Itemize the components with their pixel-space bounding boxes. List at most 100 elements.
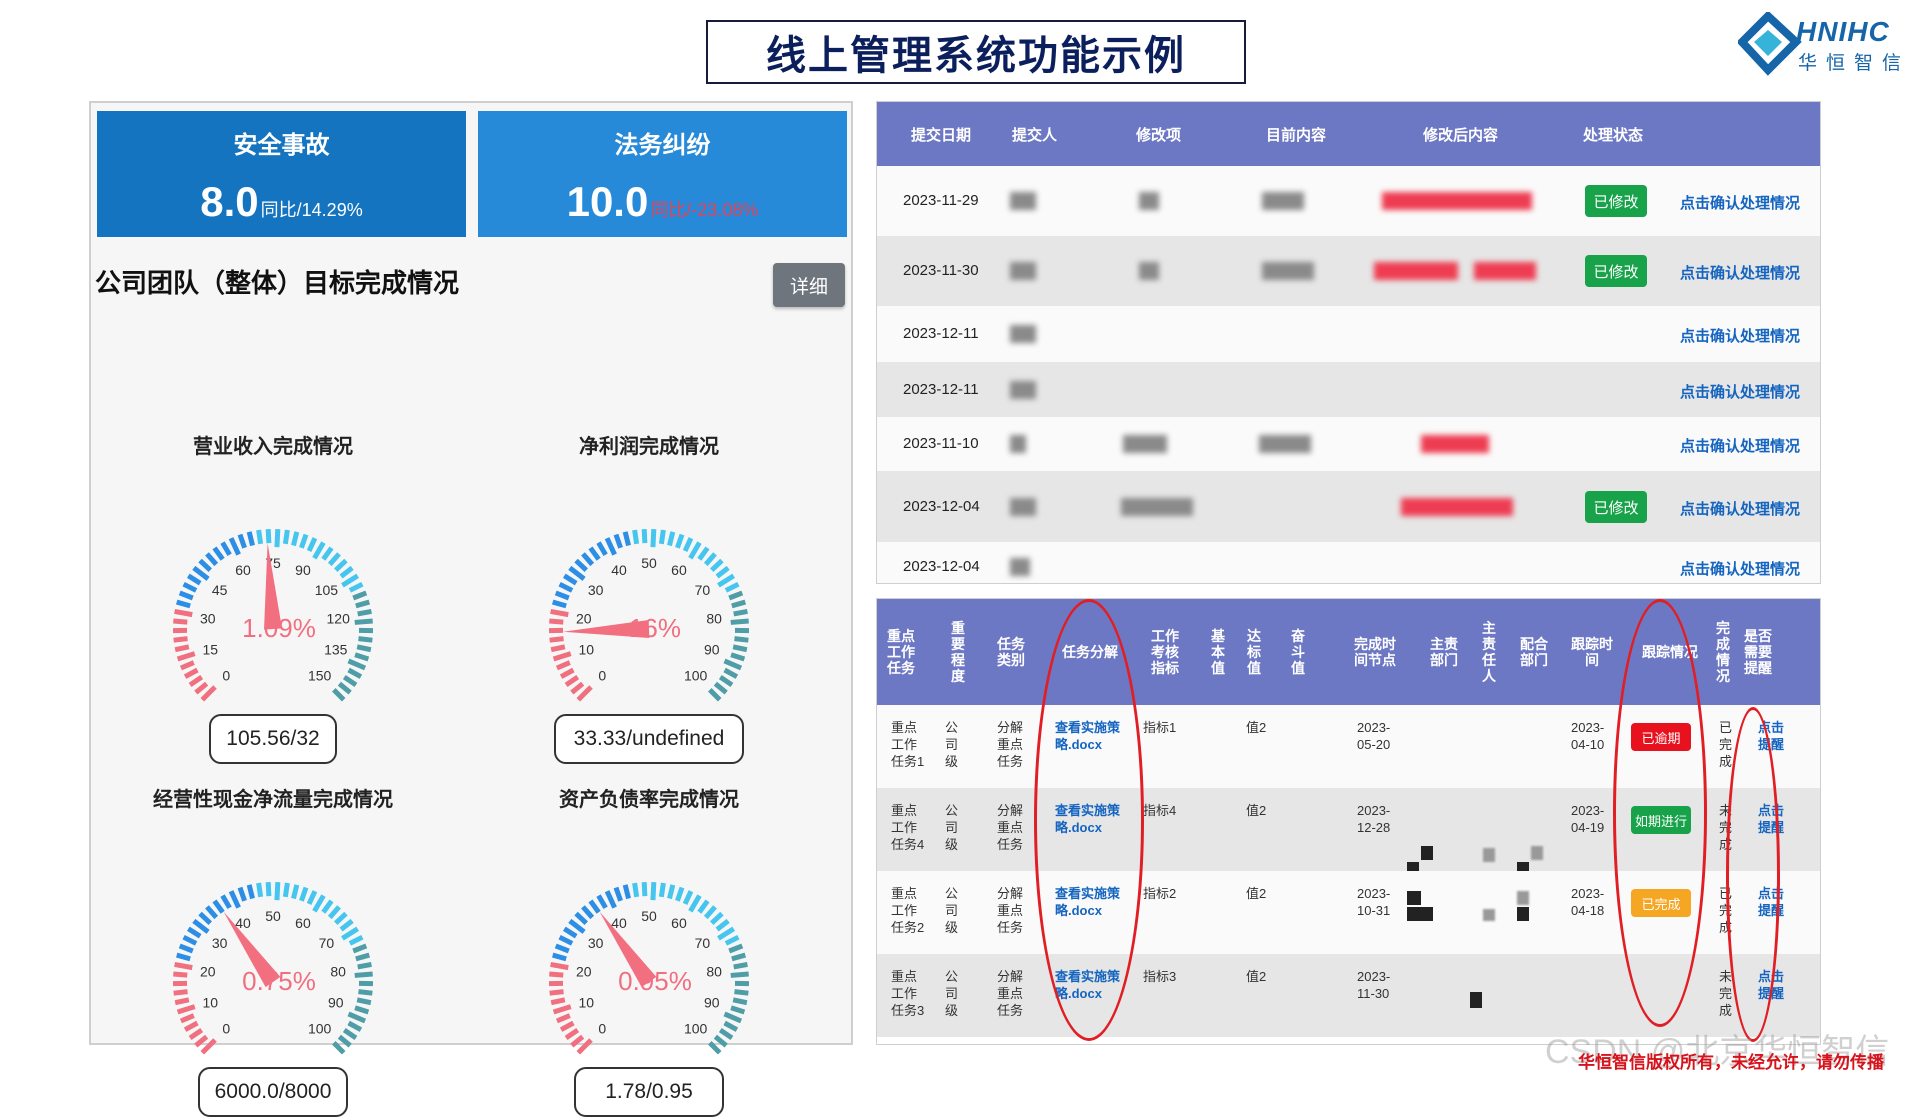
confirm-link[interactable]: 点击确认处理情况	[1680, 498, 1800, 519]
gauge-tick-mark	[717, 921, 728, 930]
gauge-tick-mark	[549, 621, 563, 622]
gauge-tick-mark	[718, 576, 733, 586]
gauge-percent-label: 0.95%	[618, 966, 692, 996]
gauge-tick-mark	[268, 882, 269, 896]
gauge-tick-mark	[570, 568, 584, 579]
gauge-tick-mark	[553, 955, 566, 959]
gauge-tick-mark	[561, 670, 573, 677]
gauge-tick-mark	[349, 1014, 366, 1021]
gauge-tick-mark	[576, 914, 586, 924]
kpi-title: 安全事故	[97, 125, 466, 160]
gauge-tick-mark	[733, 647, 747, 650]
gauge-tick-mark	[551, 647, 565, 650]
redacted-content	[1401, 498, 1513, 516]
confirm-link[interactable]: 点击确认处理情况	[1680, 381, 1800, 402]
gauge-tick-mark	[175, 1000, 189, 1003]
gauge-tick-mark	[249, 885, 252, 899]
kpi-card-legal[interactable]: 法务纠纷 10.0 同比/-23.08%	[478, 111, 847, 237]
gauge-tick-mark	[174, 992, 188, 994]
confirm-link[interactable]: 点击确认处理情况	[1680, 325, 1800, 346]
gauge-tick-mark	[356, 955, 369, 959]
gauge-tick-mark	[330, 907, 339, 918]
kpi-card-safety[interactable]: 安全事故 8.0 同比/14.29%	[97, 111, 466, 237]
gauge-tick-mark	[557, 663, 570, 668]
gauge-tick-mark	[355, 1008, 368, 1012]
gauge-tick-label: 20	[200, 964, 216, 980]
column-header: 修改后内容	[1423, 124, 1498, 145]
gauge-tick-mark	[732, 602, 745, 606]
gauge-tick-mark	[570, 921, 584, 932]
gauge-tick-mark	[699, 548, 707, 559]
confirm-link[interactable]: 点击确认处理情况	[1680, 192, 1800, 213]
gauge-tick-label: 70	[319, 935, 335, 951]
gauge-tick-label: 135	[324, 641, 348, 657]
cell-target: 值2	[1246, 802, 1266, 819]
gauge-tick-label: 70	[695, 935, 711, 951]
gauge-tick-mark	[590, 901, 598, 912]
gauge-tick-mark	[341, 921, 352, 930]
gauge-tick-mark	[358, 639, 372, 641]
gauge-tick-label: 30	[588, 582, 604, 598]
gauge-tick-label: 10	[202, 994, 218, 1010]
gauge-tick-mark	[353, 946, 366, 951]
gauge-tick-mark	[194, 568, 208, 579]
gauge-tick-mark	[196, 684, 207, 693]
gauge-value-box: 105.56/32	[209, 714, 337, 764]
cell-task: 重点 工作 任务3	[891, 968, 924, 1019]
cell-category: 分解 重点 任务	[997, 802, 1023, 853]
gauge-tick-mark	[677, 535, 682, 548]
gauge-tick-mark	[560, 937, 573, 943]
gauge-tick-mark	[177, 955, 190, 959]
gauge-tick-mark	[175, 611, 193, 614]
gauge-tick-mark	[175, 647, 189, 650]
gauge-tick-mark	[357, 647, 371, 650]
gauge-chart: 01020304050607080901000.95%	[519, 852, 779, 1072]
highlight-ellipse	[1726, 707, 1780, 1042]
gauge-tick-mark	[729, 593, 742, 598]
gauge-tick-mark	[576, 561, 586, 571]
gauge-tick-mark	[554, 654, 571, 659]
submit-date: 2023-12-04	[903, 498, 980, 515]
gauge-tick-mark	[583, 554, 592, 565]
gauge-tick-mark	[561, 1023, 573, 1030]
gauge-percent-label: 16%	[629, 613, 681, 643]
detail-button[interactable]: 详细	[773, 263, 845, 307]
gauge-tick-mark	[669, 885, 672, 899]
gauge-tick-mark	[175, 964, 193, 967]
gauge-tick-mark	[712, 561, 722, 571]
column-header: 奋 斗 值	[1283, 599, 1313, 705]
redacted-content	[1259, 435, 1311, 453]
confirm-link[interactable]: 点击确认处理情况	[1680, 558, 1800, 579]
gauge-tick-label: 100	[684, 668, 708, 684]
gauge-tick-mark	[190, 677, 202, 685]
kpi-delta: 同比/14.29%	[261, 196, 363, 222]
cell-deadline: 2023- 12-28	[1357, 802, 1390, 836]
gauge-tick-mark	[223, 543, 230, 555]
gauge-tick-mark	[661, 883, 663, 897]
redacted-content	[1517, 907, 1529, 921]
gauge-chart: 010203040506070809010016%	[519, 499, 779, 719]
confirm-link[interactable]: 点击确认处理情况	[1680, 435, 1800, 456]
column-header: 处理状态	[1583, 124, 1643, 145]
gauge-tick-label: 150	[308, 668, 332, 684]
gauge-tick-label: 0	[598, 668, 606, 684]
gauge-tick-mark	[616, 535, 621, 548]
gauge-tick-mark	[720, 1030, 732, 1038]
gauge-percent-label: 0.75%	[242, 966, 316, 996]
gauge-tick-mark	[560, 584, 573, 590]
gauge-tick-mark	[690, 896, 699, 912]
gauge-tick-mark	[177, 602, 190, 606]
confirm-link[interactable]: 点击确认处理情况	[1680, 262, 1800, 283]
gauge-tick-mark	[185, 670, 197, 677]
gauge-tick-mark	[706, 554, 715, 565]
gauge-tick-mark	[556, 593, 569, 598]
gauge-tick-mark	[734, 964, 748, 966]
gauge-tick-mark	[554, 1007, 571, 1012]
gauge-tick-mark	[734, 611, 748, 613]
cell-deadline: 2023- 05-20	[1357, 719, 1390, 753]
gauge-tick-mark	[685, 538, 691, 551]
column-header: 达 标 值	[1239, 599, 1269, 705]
gauge-tick-mark	[301, 535, 306, 548]
redacted-content	[1382, 192, 1532, 210]
gauge-tick-label: 100	[684, 1021, 708, 1037]
